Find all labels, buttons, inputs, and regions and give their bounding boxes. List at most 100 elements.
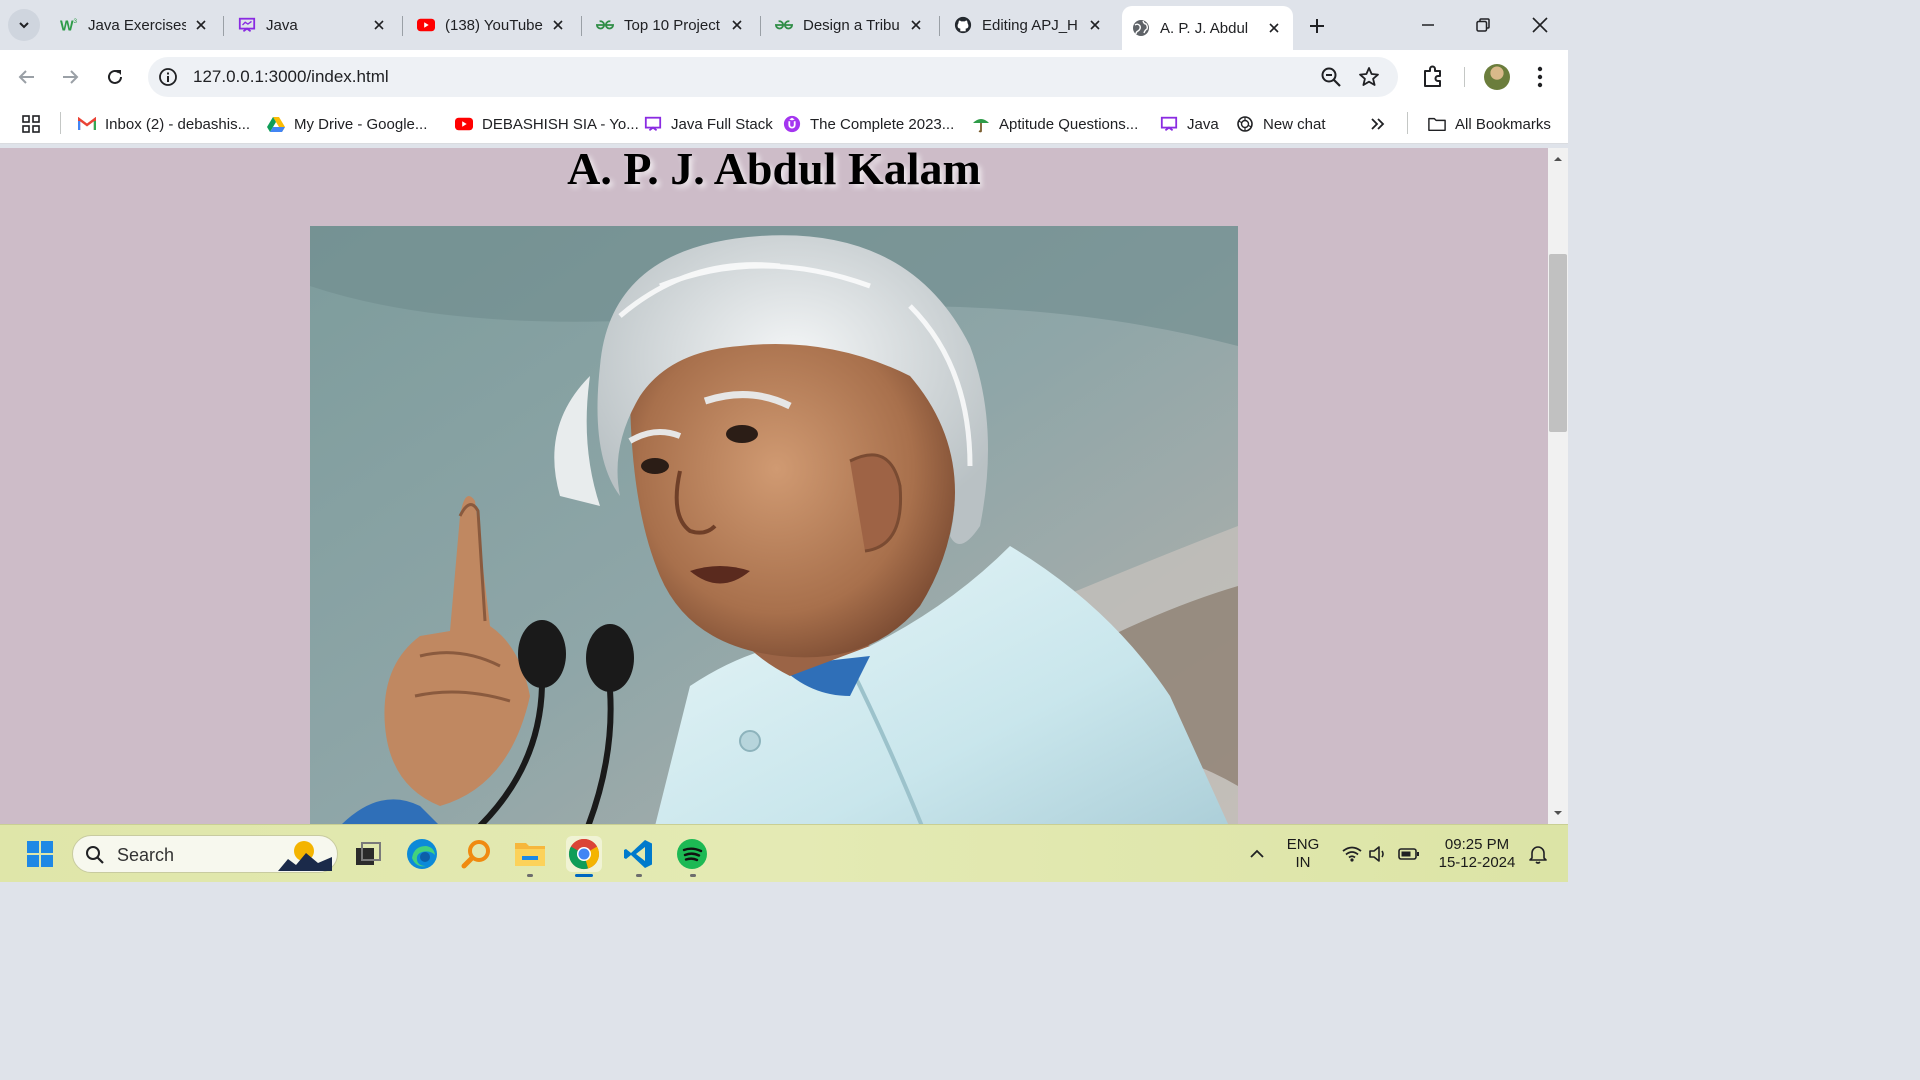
running-indicator (636, 874, 642, 877)
bookmark-label: Aptitude Questions... (999, 115, 1139, 133)
site-info-icon[interactable] (158, 67, 178, 87)
bookmark-new-chat[interactable]: New chat (1236, 112, 1326, 136)
battery-icon (1398, 848, 1419, 860)
close-icon (1532, 17, 1548, 33)
tab-separator (581, 16, 582, 36)
tab-separator (760, 16, 761, 36)
taskbar-edge[interactable] (404, 836, 440, 872)
search-highlight-icon (278, 841, 332, 871)
notifications-button[interactable] (1520, 836, 1556, 872)
scroll-up-arrow-icon[interactable] (1552, 153, 1564, 165)
back-button[interactable] (12, 62, 42, 92)
language-line-2: IN (1295, 854, 1311, 871)
scroll-down-arrow-icon[interactable] (1552, 807, 1564, 819)
reload-button[interactable] (100, 62, 130, 92)
taskbar-search-app[interactable] (458, 836, 494, 872)
tab-search-button[interactable] (8, 9, 40, 41)
all-bookmarks-button[interactable]: All Bookmarks (1428, 112, 1551, 136)
restore-button[interactable] (1468, 10, 1498, 40)
bookmark-label: Java (1187, 115, 1219, 133)
close-window-button[interactable] (1525, 10, 1555, 40)
bookmark-star-icon[interactable] (1358, 66, 1380, 88)
tab-title: Editing APJ_H (982, 16, 1078, 34)
browser-toolbar: 127.0.0.1:3000/index.html (0, 50, 1568, 104)
profile-avatar[interactable] (1484, 64, 1510, 90)
google-drive-icon (267, 115, 285, 133)
tab-top-10-projects[interactable]: Top 10 Project (586, 8, 756, 42)
spotify-icon (677, 839, 707, 869)
tab-title: Java (266, 16, 298, 34)
close-icon[interactable] (1265, 19, 1283, 37)
presentation-icon (644, 115, 662, 133)
close-icon[interactable] (907, 16, 925, 34)
close-icon[interactable] (370, 16, 388, 34)
github-icon (954, 16, 972, 34)
bookmark-aptitude-questions[interactable]: Aptitude Questions... (972, 112, 1138, 136)
magnifier-app-icon (461, 840, 490, 869)
bookmarks-separator (1407, 112, 1408, 134)
bookmark-java[interactable]: Java (1160, 112, 1219, 136)
more-bookmarks-button[interactable] (1370, 112, 1386, 136)
zoom-icon[interactable] (1320, 66, 1342, 88)
bookmark-the-complete-2023[interactable]: The Complete 2023... (783, 112, 954, 136)
new-tab-button[interactable] (1303, 12, 1331, 40)
start-button[interactable] (22, 836, 58, 872)
bookmark-label: DEBASHISH SIA - Yo... (482, 115, 639, 133)
close-icon[interactable] (192, 16, 210, 34)
svg-text:W: W (60, 18, 74, 33)
close-icon[interactable] (728, 16, 746, 34)
taskbar-search-box[interactable]: Search (72, 835, 338, 873)
bookmark-debashish-sia[interactable]: DEBASHISH SIA - Yo... (455, 112, 639, 136)
kebab-menu-icon[interactable] (1530, 64, 1550, 90)
vscode-icon (624, 840, 652, 868)
task-view-icon (356, 842, 381, 865)
address-bar[interactable]: 127.0.0.1:3000/index.html (148, 57, 1398, 97)
running-indicator (690, 874, 696, 877)
url-text[interactable]: 127.0.0.1:3000/index.html (193, 67, 389, 87)
taskbar-spotify[interactable] (674, 836, 710, 872)
clock-time: 09:25 PM (1444, 836, 1510, 853)
close-icon[interactable] (549, 16, 567, 34)
tab-editing-apj[interactable]: Editing APJ_H (944, 8, 1114, 42)
chevron-up-icon (1250, 849, 1264, 858)
clock[interactable]: 09:25 PM 15-12-2024 (1432, 836, 1522, 872)
bookmark-inbox[interactable]: Inbox (2) - debashis... (78, 112, 250, 136)
minimize-icon (1422, 24, 1434, 26)
extensions-icon[interactable] (1419, 63, 1447, 91)
tab-title: A. P. J. Abdul (1160, 19, 1249, 37)
bookmark-my-drive[interactable]: My Drive - Google... (267, 112, 427, 136)
tab-title: Top 10 Project (624, 16, 720, 34)
show-hidden-icons-button[interactable] (1239, 836, 1275, 872)
geeksforgeeks-icon (775, 16, 793, 34)
folder-icon (1428, 115, 1446, 133)
taskbar-chrome[interactable] (566, 836, 602, 872)
bookmark-java-full-stack[interactable]: Java Full Stack (644, 112, 773, 136)
w3resource-icon: W3 (60, 16, 78, 34)
language-line-1: ENG (1286, 836, 1320, 853)
language-indicator[interactable]: ENG IN (1283, 836, 1323, 872)
page-scrollbar[interactable] (1548, 148, 1568, 824)
chevron-down-icon (19, 22, 29, 29)
task-view-button[interactable] (350, 836, 386, 872)
geeksforgeeks-icon (596, 16, 614, 34)
close-icon[interactable] (1086, 16, 1104, 34)
tab-java[interactable]: Java (228, 8, 398, 42)
scrollbar-thumb[interactable] (1549, 254, 1567, 432)
apps-grid-icon (22, 115, 40, 133)
apps-button[interactable] (22, 112, 40, 136)
taskbar-file-explorer[interactable] (512, 836, 548, 872)
tab-design-a-tribute[interactable]: Design a Tribu (765, 8, 935, 42)
bookmarks-separator (60, 112, 61, 134)
tab-separator (939, 16, 940, 36)
minimize-button[interactable] (1413, 10, 1443, 40)
tab-apj-abdul-kalam[interactable]: A. P. J. Abdul (1122, 6, 1293, 50)
tab-youtube[interactable]: (138) YouTube (407, 8, 577, 42)
battery-status[interactable] (1391, 836, 1427, 872)
presentation-icon (238, 16, 256, 34)
windows-taskbar: Search ENG IN 09:25 PM 15-12-2024 (0, 824, 1568, 882)
forward-button[interactable] (55, 62, 85, 92)
tab-title: Design a Tribu (803, 16, 900, 34)
bookmark-label: Inbox (2) - debashis... (105, 115, 251, 133)
taskbar-vscode[interactable] (620, 836, 656, 872)
tab-java-exercises[interactable]: W3 Java Exercises (50, 8, 220, 42)
